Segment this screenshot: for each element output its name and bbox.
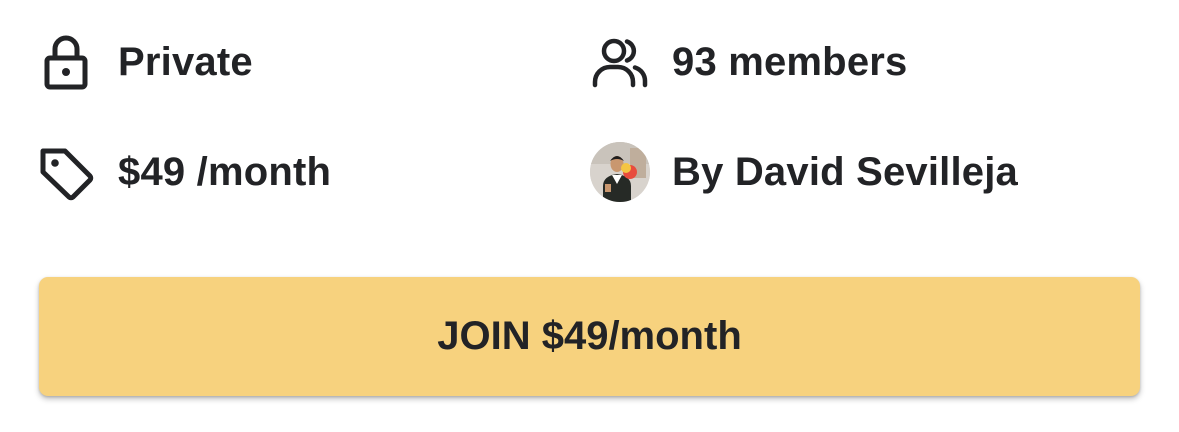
join-button[interactable]: JOIN $49/month [39, 277, 1140, 396]
price-tag-icon [36, 142, 96, 202]
privacy-info: Private [36, 32, 253, 92]
avatar[interactable] [590, 142, 650, 202]
privacy-label: Private [118, 39, 253, 84]
owner-info[interactable]: By David Sevilleja [590, 142, 1018, 202]
owner-name[interactable]: By David Sevilleja [672, 150, 1018, 195]
price-label: $49 /month [118, 149, 332, 194]
lock-icon [36, 32, 96, 92]
price-info: $49 /month [36, 142, 331, 202]
members-info: 93 members [590, 32, 907, 92]
members-count: 93 members [672, 39, 908, 84]
users-icon [590, 32, 650, 92]
